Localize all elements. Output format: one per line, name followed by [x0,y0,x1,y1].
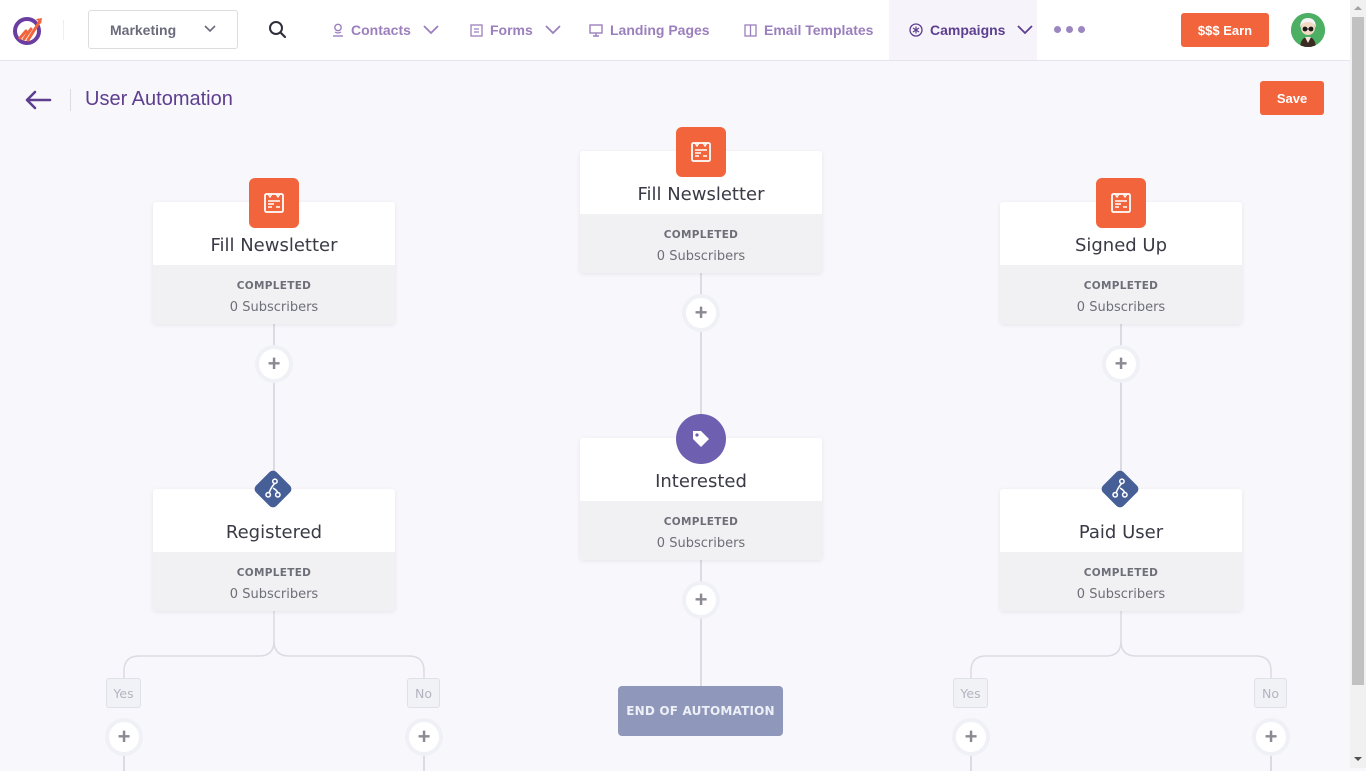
step-name: Fill Newsletter [637,184,765,205]
top-navbar: Marketing Contacts Forms Landing Pages E… [0,0,1350,61]
automation-canvas: Fill Newsletter COMPLETED 0 Subscribers … [0,61,1350,771]
step-status: COMPLETED [236,567,312,579]
step-stats: COMPLETED 0 Subscribers [1000,265,1242,324]
step-count: 0 Subscribers [656,536,746,551]
nav-email-templates-label: Email Templates [764,22,874,38]
branch-label-yes: Yes [953,678,988,708]
nav-campaigns-label: Campaigns [930,22,1006,38]
form-icon [1096,178,1146,228]
step-count: 0 Subscribers [1076,300,1166,315]
nav-contacts-label: Contacts [351,22,411,38]
earn-button[interactable]: $$$ Earn [1181,13,1269,47]
workspace-select-value: Marketing [110,21,177,38]
step-count: 0 Subscribers [1076,587,1166,602]
end-of-automation-button[interactable]: END OF AUTOMATION [618,686,783,736]
split-icon [1095,464,1145,514]
step-name: Interested [655,471,747,492]
form-icon [676,127,726,177]
search-icon[interactable] [268,20,288,40]
more-menu-icon[interactable] [1054,26,1085,33]
add-step-button[interactable]: + [259,349,289,379]
add-step-button[interactable]: + [686,298,716,328]
scroll-up-arrow-icon[interactable] [1354,6,1362,10]
step-status: COMPLETED [1083,567,1159,579]
page-scrollbar[interactable] [1350,0,1366,768]
nav-email-templates[interactable]: Email Templates [744,0,873,60]
nav-contacts[interactable]: Contacts [332,0,439,60]
template-icon [744,23,757,37]
divider [63,20,64,40]
chevron-down-icon [545,25,561,35]
nav-landing-pages[interactable]: Landing Pages [589,0,710,60]
step-name: Fill Newsletter [210,235,338,256]
form-icon [249,178,299,228]
scrollbar-thumb[interactable] [1352,17,1364,685]
step-name: Registered [225,522,323,543]
logo-icon [13,17,42,45]
connector-line [700,559,702,687]
step-stats: COMPLETED 0 Subscribers [153,552,395,611]
split-icon [248,464,298,514]
chevron-down-icon [1017,25,1034,35]
nav-forms-label: Forms [490,22,533,38]
form-icon [470,23,483,37]
user-icon [332,23,344,37]
step-stats: COMPLETED 0 Subscribers [153,265,395,324]
add-step-yes-button[interactable]: + [109,722,139,752]
campaign-icon [909,23,923,37]
add-step-yes-button[interactable]: + [956,722,986,752]
step-name: Signed Up [1074,235,1168,256]
step-name: Paid User [1078,522,1164,543]
add-step-button[interactable]: + [686,585,716,615]
step-stats: COMPLETED 0 Subscribers [580,214,822,273]
add-step-no-button[interactable]: + [1256,722,1286,752]
scroll-down-arrow-icon[interactable] [1354,757,1362,761]
step-stats: COMPLETED 0 Subscribers [580,501,822,560]
chevron-down-icon [423,25,439,35]
chevron-down-icon [204,25,216,33]
avatar[interactable] [1291,13,1325,47]
step-status: COMPLETED [236,280,312,292]
user-avatar-icon [1291,13,1325,47]
nav-campaigns[interactable]: Campaigns [889,0,1037,60]
branch-label-no: No [1254,678,1287,708]
step-count: 0 Subscribers [229,300,319,315]
step-count: 0 Subscribers [656,249,746,264]
monitor-icon [589,23,603,37]
app-logo[interactable] [12,14,44,46]
add-step-no-button[interactable]: + [409,722,439,752]
connector-line [700,272,702,437]
step-count: 0 Subscribers [229,587,319,602]
workspace-select[interactable]: Marketing [88,10,238,49]
step-status: COMPLETED [1083,280,1159,292]
branch-label-no: No [407,678,440,708]
branch-label-yes: Yes [106,678,141,708]
step-status: COMPLETED [663,229,739,241]
step-stats: COMPLETED 0 Subscribers [1000,552,1242,611]
step-status: COMPLETED [663,516,739,528]
nav-forms[interactable]: Forms [470,0,561,60]
nav-landing-pages-label: Landing Pages [610,22,710,38]
tag-icon [676,414,726,464]
add-step-button[interactable]: + [1106,349,1136,379]
